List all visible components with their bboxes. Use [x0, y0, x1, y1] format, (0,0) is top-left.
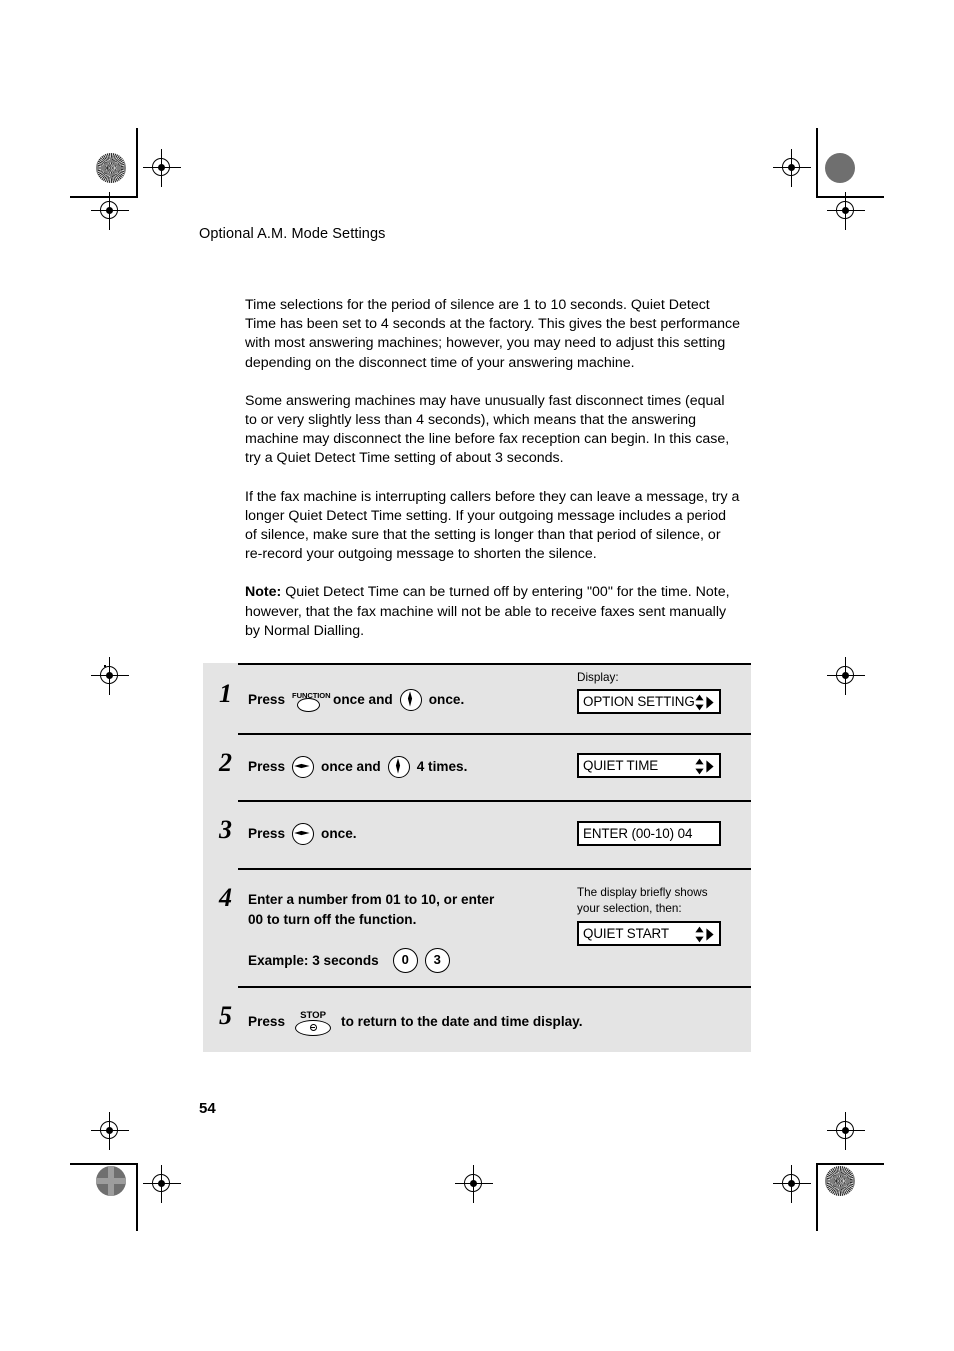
example-label: Example: 3 seconds — [248, 952, 379, 968]
display-column: The display briefly shows your selection… — [577, 886, 751, 946]
lcd-text: QUIET TIME — [583, 758, 659, 773]
stop-key-icon[interactable]: STOP — [292, 1007, 334, 1036]
registration-crosshair — [827, 192, 865, 230]
note-text: Quiet Detect Time can be turned off by e… — [245, 584, 730, 639]
display-column: ENTER (00-10) 04 — [577, 821, 751, 846]
registration-target-dense — [96, 153, 126, 183]
stop-key-glyph — [309, 1024, 317, 1031]
step-3: 3 Press once. ENTER (00-10) 04 — [203, 800, 751, 868]
registration-crosshair — [91, 1112, 129, 1150]
step-number: 5 — [219, 1001, 232, 1030]
step-mid-text: once and — [321, 759, 381, 774]
procedure-steps-panel: 1 Press FUNCTION once and once. Display:… — [203, 663, 751, 1052]
down-arrow-key-icon[interactable] — [387, 756, 410, 778]
document-page: Optional A.M. Mode Settings Time selecti… — [0, 0, 954, 1351]
crop-mark-line — [136, 1163, 138, 1231]
registration-crosshair — [143, 149, 181, 187]
digit-key-0[interactable]: 0 — [392, 948, 418, 973]
note-label: Note: — [245, 584, 282, 601]
crop-mark-line — [136, 128, 138, 196]
lcd-text: ENTER (00-10) 04 — [583, 826, 693, 841]
updown-right-arrows-icon — [694, 925, 716, 944]
display-column: QUIET TIME — [577, 753, 751, 778]
step-tail-text: once. — [428, 692, 465, 707]
right-arrow-key-icon[interactable] — [292, 756, 315, 778]
running-head: Optional A.M. Mode Settings — [199, 226, 386, 242]
registration-target-solid — [825, 153, 855, 183]
step-number: 2 — [219, 748, 232, 777]
registration-crosshair — [827, 657, 865, 695]
function-key-cap — [297, 698, 321, 712]
press-label: Press — [248, 692, 286, 707]
paragraph-2: Some answering machines may have unusual… — [245, 392, 730, 467]
display-caption-line-1: The display briefly shows — [577, 886, 708, 899]
step-number: 4 — [219, 883, 232, 912]
step-instruction: Press FUNCTION once and once. — [248, 687, 464, 713]
registration-crosshair — [143, 1165, 181, 1203]
press-label: Press — [248, 759, 286, 774]
step-number: 3 — [219, 815, 232, 844]
step-1: 1 Press FUNCTION once and once. Display:… — [203, 663, 751, 733]
registration-crosshair — [773, 1165, 811, 1203]
lcd-display: QUIET START — [577, 921, 721, 946]
paragraph-3: If the fax machine is interrupting calle… — [245, 488, 740, 563]
step-divider — [238, 868, 751, 871]
crop-mark-line — [816, 1163, 884, 1165]
updown-right-arrows-icon — [694, 693, 716, 712]
step-tail-text: to return to the date and time display. — [341, 1013, 583, 1029]
display-caption-line-2: your selection, then: — [577, 902, 682, 915]
registration-target-dense — [825, 1166, 855, 1196]
step-divider — [238, 663, 751, 666]
step-divider — [238, 800, 751, 803]
function-key-icon[interactable]: FUNCTION — [292, 687, 331, 713]
step-number: 1 — [219, 679, 232, 708]
crop-mark-line — [816, 1163, 818, 1231]
lcd-display: ENTER (00-10) 04 — [577, 821, 721, 846]
registration-crosshair — [91, 192, 129, 230]
press-label: Press — [248, 826, 286, 841]
registration-target-cross — [96, 1166, 126, 1196]
lcd-text: OPTION SETTING — [583, 694, 695, 709]
crop-mark-line — [70, 1163, 138, 1165]
down-arrow-key-icon[interactable] — [399, 689, 422, 711]
registration-crosshair — [455, 1165, 493, 1203]
step-mid-text: once and — [333, 692, 393, 707]
note-paragraph: Note: Quiet Detect Time can be turned of… — [245, 583, 740, 641]
step-divider — [238, 986, 751, 989]
lcd-display: QUIET TIME — [577, 753, 721, 778]
step-tail-text: once. — [321, 826, 357, 841]
step-4: 4 Enter a number from 01 to 10, or enter… — [203, 868, 751, 986]
step-instruction-line-2: 00 to turn off the function. — [248, 912, 417, 927]
step-instruction-line-1: Enter a number from 01 to 10, or enter — [248, 892, 495, 907]
registration-crosshair — [827, 1112, 865, 1150]
lcd-display: OPTION SETTING — [577, 689, 721, 714]
step-instruction: Press once and 4 times. — [248, 756, 467, 778]
registration-crosshair — [91, 657, 129, 695]
press-label: Press — [248, 1013, 286, 1029]
body-text-column: Time selections for the period of silenc… — [245, 296, 740, 679]
paragraph-1: Time selections for the period of silenc… — [245, 297, 740, 371]
page-number: 54 — [199, 1100, 216, 1117]
step-instruction: Press STOP to return to the date and tim… — [248, 1007, 583, 1036]
crop-mark-line — [816, 128, 818, 196]
updown-right-arrows-icon — [694, 757, 716, 776]
right-arrow-key-icon[interactable] — [292, 823, 315, 845]
registration-crosshair — [773, 149, 811, 187]
step-instruction: Enter a number from 01 to 10, or enter 0… — [248, 890, 494, 973]
lcd-text: QUIET START — [583, 926, 669, 941]
step-tail-text: 4 times. — [416, 759, 468, 774]
step-5: 5 Press STOP to return to the date and t… — [203, 986, 751, 1052]
display-column: Display: OPTION SETTING — [577, 671, 751, 714]
display-caption: Display: — [577, 671, 619, 684]
step-divider — [238, 733, 751, 736]
step-2: 2 Press once and 4 times. QUIET TIME — [203, 733, 751, 800]
step-instruction: Press once. — [248, 823, 357, 845]
digit-key-3[interactable]: 3 — [424, 948, 450, 973]
